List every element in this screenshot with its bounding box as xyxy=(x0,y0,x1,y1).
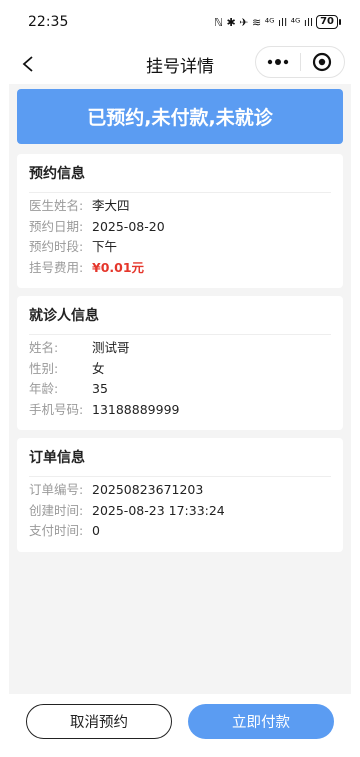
more-button[interactable] xyxy=(256,47,300,77)
info-row: 手机号码: 13188889999 xyxy=(29,400,331,421)
appointment-card: 预约信息 医生姓名: 李大四 预约日期: 2025-08-20 预约时段: 下午… xyxy=(17,154,343,288)
nav-bar: 挂号详情 xyxy=(0,44,360,84)
doctor-name: 李大四 xyxy=(92,198,130,213)
info-row: 性别: 女 xyxy=(29,359,331,380)
order-card: 订单信息 订单编号: 20250823671203 创建时间: 2025-08-… xyxy=(17,438,343,552)
info-row: 创建时间: 2025-08-23 17:33:24 xyxy=(29,501,331,522)
patient-phone: 13188889999 xyxy=(92,401,180,417)
info-row: 订单编号: 20250823671203 xyxy=(29,480,331,501)
page-title: 挂号详情 xyxy=(146,56,214,77)
back-button[interactable] xyxy=(14,50,42,78)
registration-fee: ¥0.01元 xyxy=(92,259,145,275)
row-label: 姓名: xyxy=(29,340,59,355)
target-circle-icon xyxy=(313,52,332,72)
patient-card-title: 就诊人信息 xyxy=(29,296,331,335)
row-label: 手机号码: xyxy=(29,401,84,417)
appointment-card-title: 预约信息 xyxy=(29,154,331,193)
main-content: 已预约,未付款,未就诊 预约信息 医生姓名: 李大四 预约日期: 2025-08… xyxy=(9,84,351,694)
patient-card: 就诊人信息 姓名: 测试哥 性别: 女 年龄: 35 手机号码: 1318888… xyxy=(17,296,343,430)
pay-now-button[interactable]: 立即付款 xyxy=(188,704,334,739)
row-label: 挂号费用: xyxy=(29,259,84,275)
bottom-action-bar: 取消预约 立即付款 xyxy=(0,694,360,757)
patient-gender: 女 xyxy=(92,360,105,376)
status-icons: ℕ ✱ ✈ ≋ ⁴ᴳ ıll ⁴ᴳ ıll 70 xyxy=(214,15,341,29)
signal-icons: ℕ ✱ ✈ ≋ ⁴ᴳ ıll ⁴ᴳ ıll xyxy=(214,15,314,29)
order-card-title: 订单信息 xyxy=(29,438,331,477)
more-dots-icon xyxy=(267,59,288,65)
created-time: 2025-08-23 17:33:24 xyxy=(92,502,225,518)
info-row: 挂号费用: ¥0.01元 xyxy=(29,258,331,279)
status-bar: 22:35 ℕ ✱ ✈ ≋ ⁴ᴳ ıll ⁴ᴳ ıll 70 xyxy=(0,0,360,44)
row-label: 支付时间: xyxy=(29,523,84,538)
status-time: 22:35 xyxy=(28,14,69,30)
appointment-period: 下午 xyxy=(92,239,118,254)
info-row: 预约时段: 下午 xyxy=(29,237,331,258)
order-number: 20250823671203 xyxy=(92,482,204,497)
info-row: 姓名: 测试哥 xyxy=(29,338,331,359)
info-row: 医生姓名: 李大四 xyxy=(29,196,331,217)
chevron-left-icon xyxy=(22,56,33,72)
cancel-appointment-button[interactable]: 取消预约 xyxy=(26,704,172,739)
row-label: 订单编号: xyxy=(29,482,84,497)
payment-time: 0 xyxy=(92,523,100,538)
row-label: 创建时间: xyxy=(29,502,84,518)
status-banner: 已预约,未付款,未就诊 xyxy=(17,89,343,144)
row-label: 预约日期: xyxy=(29,218,84,234)
row-label: 性别: xyxy=(29,360,59,376)
patient-age: 35 xyxy=(92,381,108,396)
info-row: 预约日期: 2025-08-20 xyxy=(29,217,331,238)
battery-icon: 70 xyxy=(316,15,341,29)
info-row: 年龄: 35 xyxy=(29,379,331,400)
row-label: 医生姓名: xyxy=(29,198,84,213)
info-row: 支付时间: 0 xyxy=(29,521,331,542)
row-label: 年龄: xyxy=(29,381,59,396)
patient-name: 测试哥 xyxy=(92,340,130,355)
close-miniprogram-button[interactable] xyxy=(301,47,345,77)
mini-program-capsule xyxy=(255,46,345,78)
row-label: 预约时段: xyxy=(29,239,84,254)
appointment-date: 2025-08-20 xyxy=(92,218,165,234)
